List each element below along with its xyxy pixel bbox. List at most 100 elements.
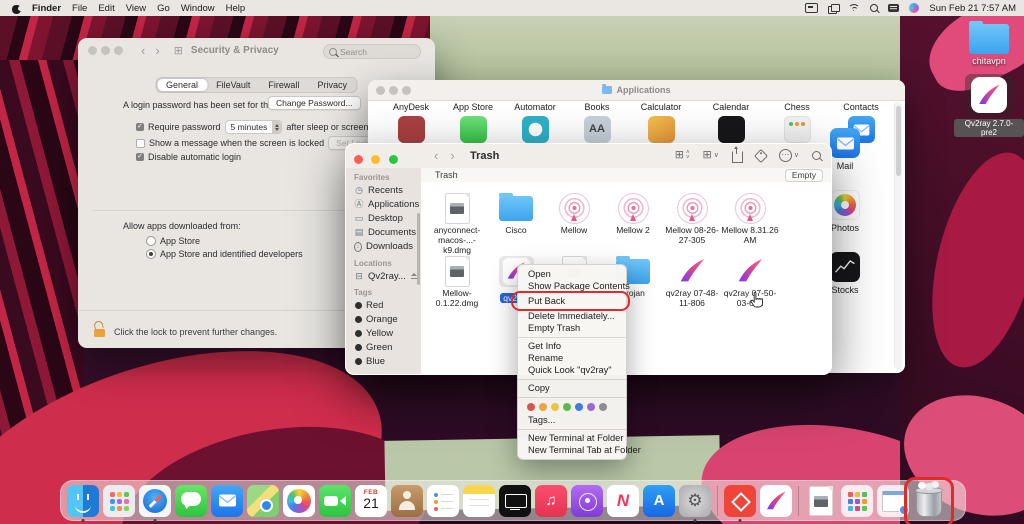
minimize-button[interactable] [101, 46, 110, 55]
dock-system-preferences-icon[interactable]: ⚙ [679, 485, 711, 517]
tab-privacy[interactable]: Privacy [308, 79, 356, 91]
dock-mail-icon[interactable] [211, 485, 243, 517]
sidebar-tag-yellow[interactable]: Yellow [346, 327, 421, 341]
trash-file-qv2ray-0748[interactable]: qv2ray 07-48-11-806 [663, 254, 721, 308]
dock-safari-icon[interactable] [139, 485, 171, 517]
show-all-grid-icon[interactable]: ⊞ [174, 44, 183, 57]
app-item-appstore[interactable]: App Store [442, 102, 504, 143]
menu-item-show-package-contents[interactable]: Show Package Contents [518, 280, 626, 292]
dock-apps-folder-icon[interactable] [841, 485, 873, 517]
tag-color-green[interactable] [563, 403, 571, 411]
dock-reminders-icon[interactable] [427, 485, 459, 517]
minimize-button[interactable] [371, 155, 380, 164]
trash-file-cisco[interactable]: Cisco [487, 191, 545, 235]
sidebar-item-desktop[interactable]: ▭Desktop [346, 211, 421, 225]
trash-file-mellow-08[interactable]: Mellow 08-26-27-305 [663, 191, 721, 245]
display-icon[interactable] [805, 3, 818, 13]
checkbox-require-password[interactable]: ✓ [136, 123, 144, 131]
dock-news-icon[interactable]: N [607, 485, 639, 517]
menu-bar-clock[interactable]: Sun Feb 21 7:57 AM [929, 3, 1016, 14]
apple-logo-icon[interactable] [12, 3, 21, 14]
zoom-button[interactable] [389, 155, 398, 164]
menu-window[interactable]: Window [181, 3, 215, 14]
group-view-icon[interactable]: ⊞∨ [703, 150, 719, 161]
menu-file[interactable]: File [72, 3, 87, 14]
search-input[interactable]: Search [323, 44, 421, 59]
dock-podcasts-icon[interactable] [571, 485, 603, 517]
app-item-calendar[interactable]: Calendar [700, 102, 762, 143]
trash-file-mellow2[interactable]: Mellow 2 [604, 191, 662, 235]
sidebar-tag-blue[interactable]: Blue [346, 355, 421, 369]
desktop-icon-qv2ray[interactable]: Qv2ray 2.7.0-pre2 [954, 74, 1024, 140]
menu-item-copy[interactable]: Copy [518, 382, 626, 394]
tab-general[interactable]: General [157, 79, 207, 91]
menu-go[interactable]: Go [157, 3, 170, 14]
menu-item-delete-immediately[interactable]: Delete Immediately... [518, 310, 626, 322]
empty-trash-button[interactable]: Empty [785, 169, 823, 182]
app-item-anydesk[interactable]: AnyDesk [380, 102, 442, 143]
tags-icon[interactable] [754, 148, 768, 162]
checkbox-show-message[interactable] [136, 139, 145, 148]
icon-view-icon[interactable]: ⊞˄˅ [675, 150, 690, 161]
scrollbar-thumb[interactable] [896, 106, 901, 176]
menu-help[interactable]: Help [226, 3, 246, 14]
menu-item-quick-look[interactable]: Quick Look "qv2ray" [518, 364, 626, 376]
search-icon[interactable] [812, 151, 821, 160]
siri-icon[interactable] [909, 3, 919, 13]
dock-disk-image-icon[interactable] [805, 485, 837, 517]
trash-file-mellow-dmg[interactable]: Mellow-0.1.22.dmg [428, 254, 486, 308]
app-item-calculator[interactable]: Calculator [630, 102, 692, 143]
tab-filevault[interactable]: FileVault [207, 79, 259, 91]
dock-qv2ray-icon[interactable] [760, 485, 792, 517]
dock-photos-icon[interactable] [283, 485, 315, 517]
tab-firewall[interactable]: Firewall [259, 79, 308, 91]
app-item-automator[interactable]: Automator [504, 102, 566, 143]
menu-item-new-terminal[interactable]: New Terminal at Folder [518, 432, 626, 444]
spotlight-icon[interactable] [870, 4, 878, 12]
forward-icon[interactable]: › [450, 149, 454, 162]
dock-downloads-folder-icon[interactable] [877, 485, 909, 517]
dock-contacts-icon[interactable] [391, 485, 423, 517]
change-password-button[interactable]: Change Password... [268, 96, 361, 110]
dock-messages-icon[interactable] [175, 485, 207, 517]
sidebar-item-applications[interactable]: ⒶApplications [346, 197, 421, 211]
require-password-dropdown[interactable]: 5 minutes [225, 120, 283, 134]
desktop-icon-chitavpn[interactable]: chitavpn [958, 24, 1020, 66]
radio-app-store[interactable] [146, 236, 156, 246]
sidebar-item-qv2ray-volume[interactable]: ⊟Qv2ray... [346, 269, 421, 283]
dock-notes-icon[interactable] [463, 485, 495, 517]
close-button[interactable] [354, 155, 363, 164]
sidebar-tag-green[interactable]: Green [346, 341, 421, 355]
keyboard-icon[interactable] [888, 4, 899, 12]
trash-file-mellow-83126[interactable]: Mellow 8.31.26 AM [721, 191, 779, 245]
tag-color-purple[interactable] [587, 403, 595, 411]
menu-item-new-terminal-tab[interactable]: New Terminal Tab at Folder [518, 444, 626, 456]
tag-color-red[interactable] [527, 403, 535, 411]
dock-tv-icon[interactable] [499, 485, 531, 517]
dock-app-store-icon[interactable]: A [643, 485, 675, 517]
back-icon[interactable]: ‹ [141, 44, 145, 57]
sidebar-item-documents[interactable]: ▤Documents [346, 226, 421, 240]
sidebar-tag-orange[interactable]: Orange [346, 312, 421, 326]
back-icon[interactable]: ‹ [434, 149, 438, 162]
dock-finder-icon[interactable] [67, 485, 99, 517]
scrollbar[interactable] [894, 102, 902, 369]
forward-icon[interactable]: › [155, 44, 159, 57]
menu-finder[interactable]: Finder [32, 3, 61, 14]
wifi-icon[interactable] [848, 4, 860, 13]
trash-file-anyconnect[interactable]: anyconnect-macos-...-k9.dmg [428, 191, 486, 255]
lock-icon[interactable] [94, 321, 107, 337]
zoom-button[interactable] [114, 46, 123, 55]
sidebar-tag-red[interactable]: Red [346, 298, 421, 312]
tag-color-yellow[interactable] [551, 403, 559, 411]
dock-calendar-icon[interactable]: FEB 21 [355, 485, 387, 517]
sidebar-item-recents[interactable]: ◷Recents [346, 183, 421, 197]
menu-edit[interactable]: Edit [98, 3, 114, 14]
share-icon[interactable] [732, 151, 743, 163]
dock-facetime-icon[interactable] [319, 485, 351, 517]
menu-item-rename[interactable]: Rename [518, 352, 626, 364]
checkbox-disable-auto-login[interactable]: ✓ [136, 153, 144, 161]
menu-item-get-info[interactable]: Get Info [518, 340, 626, 352]
menu-view[interactable]: View [126, 3, 146, 14]
trash-file-mellow[interactable]: Mellow [545, 191, 603, 235]
